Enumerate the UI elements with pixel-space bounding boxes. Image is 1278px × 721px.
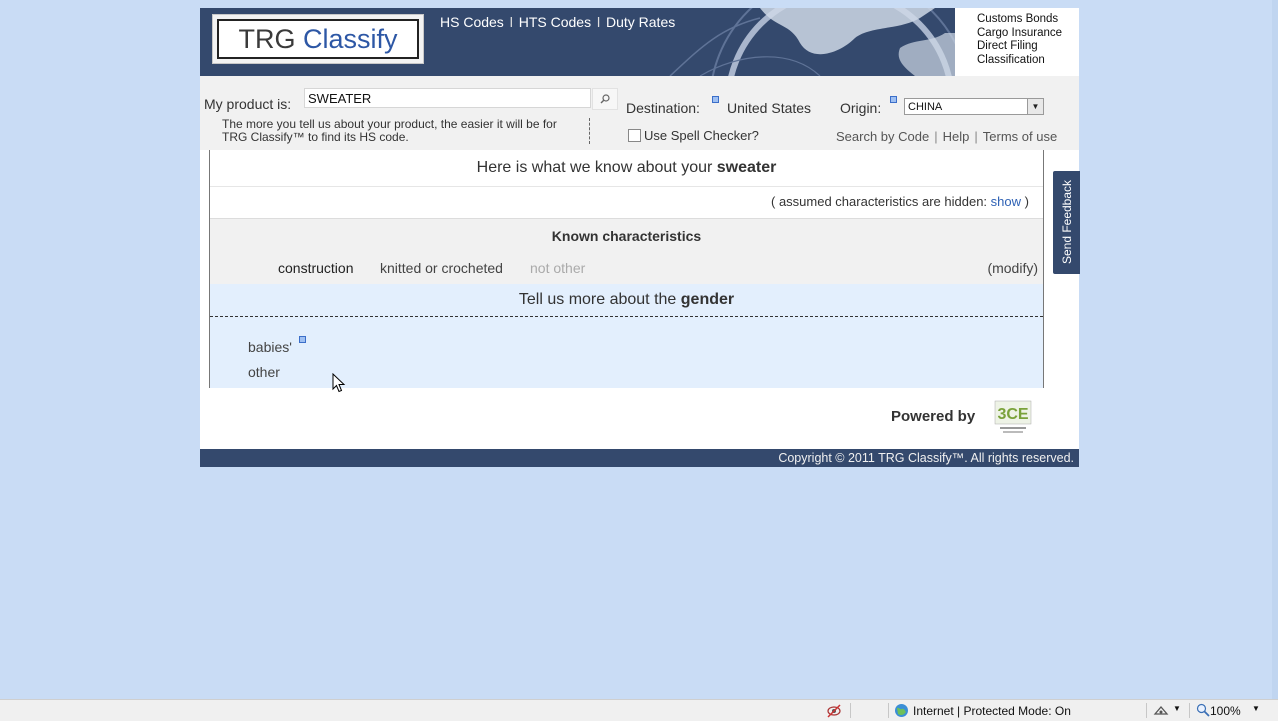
show-assumed-link[interactable]: show (991, 194, 1021, 209)
nav-link-duty-rates[interactable]: Duty Rates (606, 14, 675, 30)
header-banner: TRG Classify HS Codes l HTS Codes l Duty… (200, 8, 1079, 76)
nav-link-hts-codes[interactable]: HTS Codes (519, 14, 591, 30)
chevron-down-icon: ▼ (1027, 99, 1043, 114)
trg-classify-logo[interactable]: TRG Classify (212, 14, 424, 64)
send-feedback-label: Send Feedback (1060, 179, 1074, 265)
origin-selected-value: CHINA (908, 101, 943, 113)
3ce-logo-text: 3CE (997, 406, 1028, 423)
top-nav-links: HS Codes l HTS Codes l Duty Rates (440, 14, 675, 30)
security-zone-text[interactable]: Internet | Protected Mode: On (913, 704, 1071, 718)
nav-link-hs-codes[interactable]: HS Codes (440, 14, 504, 30)
service-link-customs-bonds[interactable]: Customs Bonds (977, 13, 1079, 27)
destination-label: Destination: (626, 100, 700, 116)
destination-value[interactable]: United States (727, 100, 811, 116)
characteristic-value: knitted or crocheted (380, 260, 503, 276)
browser-status-bar: Internet | Protected Mode: On ▼ 100% ▼ (0, 699, 1278, 721)
3ce-logo[interactable]: 3CE (994, 400, 1032, 436)
window-edge (1272, 0, 1278, 699)
characteristic-alternative: not other (530, 260, 586, 276)
search-hint: The more you tell us about your product,… (222, 118, 590, 144)
powered-by-label: Powered by (891, 408, 976, 425)
utility-links: Search by Code | Help | Terms of use (836, 129, 1058, 144)
protected-mode-icon[interactable] (1153, 704, 1169, 717)
gender-option-other[interactable]: other (248, 364, 280, 380)
terms-of-use-link[interactable]: Terms of use (983, 129, 1057, 144)
product-label: My product is: (204, 96, 292, 112)
babies-info-icon[interactable] (299, 336, 306, 343)
nav-separator: l (596, 14, 601, 30)
zoom-level[interactable]: 100% (1210, 704, 1241, 718)
trg-classify-page: TRG Classify HS Codes l HTS Codes l Duty… (200, 8, 1079, 467)
destination-info-icon[interactable] (712, 96, 719, 103)
internet-globe-icon (895, 704, 908, 717)
search-icon (600, 94, 610, 104)
gender-question-title: Tell us more about the gender (210, 284, 1043, 317)
origin-select[interactable]: CHINA ▼ (904, 98, 1044, 115)
help-link[interactable]: Help (943, 129, 970, 144)
spell-checker-label: Use Spell Checker? (644, 128, 759, 143)
panel-heading: Here is what we know about your sweater (210, 150, 1043, 187)
service-link-classification[interactable]: Classification (977, 54, 1079, 68)
known-characteristics-title: Known characteristics (551, 228, 702, 244)
services-menu: Customs Bonds Cargo Insurance Direct Fil… (955, 8, 1079, 76)
assumed-characteristics-note: ( assumed characteristics are hidden: sh… (771, 194, 1029, 209)
search-button[interactable] (592, 88, 618, 110)
chevron-down-icon[interactable]: ▼ (1173, 704, 1181, 713)
origin-info-icon[interactable] (890, 96, 897, 103)
spell-checker-toggle[interactable]: Use Spell Checker? (628, 128, 759, 143)
send-feedback-tab[interactable]: Send Feedback (1053, 171, 1080, 274)
service-link-cargo-insurance[interactable]: Cargo Insurance (977, 27, 1079, 41)
search-bar: My product is: Destination: United State… (200, 76, 1079, 150)
service-link-direct-filing[interactable]: Direct Filing (977, 40, 1079, 54)
mouse-cursor-icon (332, 373, 346, 393)
zoom-icon[interactable] (1196, 703, 1210, 717)
chevron-down-icon[interactable]: ▼ (1252, 704, 1260, 713)
product-name: sweater (716, 159, 777, 176)
gender-option-babies[interactable]: babies' (248, 339, 292, 355)
product-input[interactable] (304, 88, 591, 108)
modify-link[interactable]: (modify) (987, 260, 1038, 276)
nav-separator: l (509, 14, 513, 30)
footer-copyright: Copyright © 2011 TRG Classify™. All righ… (200, 449, 1079, 467)
logo-text: TRG Classify (217, 19, 419, 59)
known-characteristics-section: Known characteristics construction knitt… (210, 218, 1043, 285)
characteristic-name: construction (278, 260, 354, 276)
search-by-code-link[interactable]: Search by Code (836, 129, 929, 144)
classification-panel: Here is what we know about your sweater … (209, 150, 1044, 388)
origin-label: Origin: (840, 100, 882, 116)
spell-checker-checkbox[interactable] (628, 129, 641, 142)
privacy-eye-icon[interactable] (826, 703, 842, 719)
